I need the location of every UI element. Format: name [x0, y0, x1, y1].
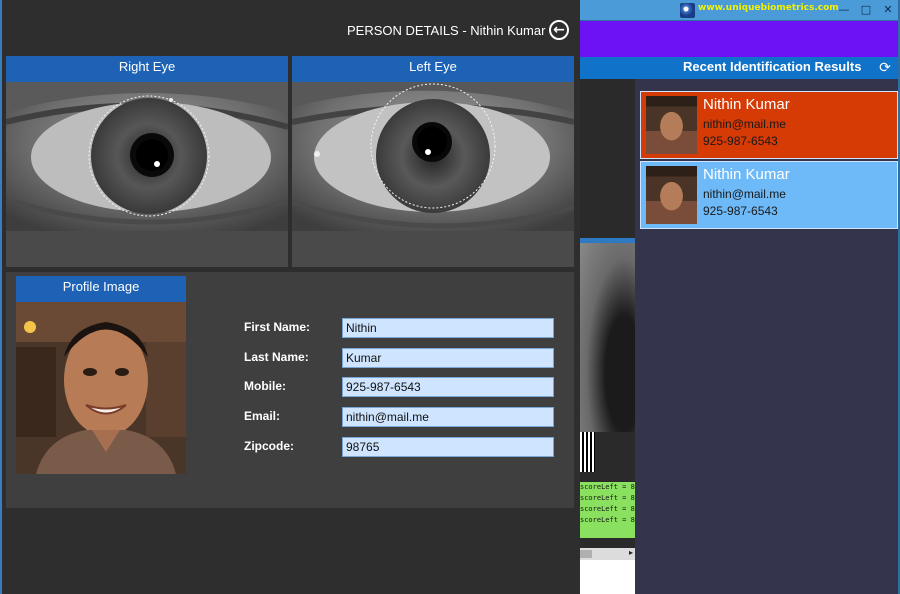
app-icon [680, 3, 695, 18]
profile-image-label: Profile Image [16, 276, 186, 302]
horizontal-scrollbar[interactable]: ▸ [580, 548, 635, 560]
background-header-strip [580, 238, 635, 243]
email-field[interactable]: nithin@mail.me [342, 407, 554, 427]
right-eye-label: Right Eye [6, 56, 288, 82]
page-title: PERSON DETAILS - Nithin Kumar [347, 23, 546, 38]
site-url: www.uniquebiometrics.com [698, 3, 839, 13]
zipcode-label: Zipcode: [244, 439, 294, 453]
email-label: Email: [244, 409, 281, 423]
log-line: scoreLeft = 83 [580, 494, 635, 502]
log-line: scoreLeft = 86 [580, 516, 635, 524]
log-line: scoreLeft = 81 [580, 483, 635, 491]
result-email: nithin@mail.me [703, 117, 786, 131]
refresh-icon[interactable]: ⟳ [877, 60, 893, 76]
result-card[interactable]: Nithin Kumar nithin@mail.me 925-987-6543 [640, 91, 898, 159]
avatar [646, 166, 697, 224]
back-arrow-icon[interactable]: ← [549, 20, 569, 40]
avatar [646, 96, 697, 154]
last-name-field[interactable]: Kumar [342, 348, 554, 368]
result-email: nithin@mail.me [703, 187, 786, 201]
result-name: Nithin Kumar [703, 166, 790, 183]
last-name-label: Last Name: [244, 350, 309, 364]
log-line: scoreLeft = 86 [580, 505, 635, 513]
background-iris-code [580, 432, 595, 472]
result-name: Nithin Kumar [703, 96, 790, 113]
first-name-field[interactable]: Nithin [342, 318, 554, 338]
profile-photo [16, 302, 186, 474]
match-log: scoreLeft = 81 scoreLeft = 83 scoreLeft … [580, 482, 635, 538]
close-icon[interactable]: ✕ [880, 2, 896, 18]
left-eye-image [292, 82, 574, 231]
right-eye-image [6, 82, 288, 231]
result-mobile: 925-987-6543 [703, 204, 778, 218]
first-name-label: First Name: [244, 320, 311, 334]
minimize-icon[interactable]: — [836, 2, 852, 18]
mobile-field[interactable]: 925-987-6543 [342, 377, 554, 397]
maximize-icon[interactable]: □ [858, 2, 874, 18]
left-eye-card: Left Eye [292, 56, 574, 321]
scroll-right-icon[interactable]: ▸ [629, 548, 633, 557]
background-blank [580, 560, 635, 594]
recent-results-title: Recent Identification Results [683, 59, 862, 74]
zipcode-field[interactable]: 98765 [342, 437, 554, 457]
result-card[interactable]: Nithin Kumar nithin@mail.me 925-987-6543 [640, 161, 898, 229]
background-eye-image [580, 238, 635, 432]
right-eye-card: Right Eye [6, 56, 288, 321]
mobile-label: Mobile: [244, 379, 286, 393]
app-header-bar [580, 21, 900, 57]
result-mobile: 925-987-6543 [703, 134, 778, 148]
left-eye-label: Left Eye [292, 56, 574, 82]
scroll-thumb[interactable] [580, 550, 592, 558]
